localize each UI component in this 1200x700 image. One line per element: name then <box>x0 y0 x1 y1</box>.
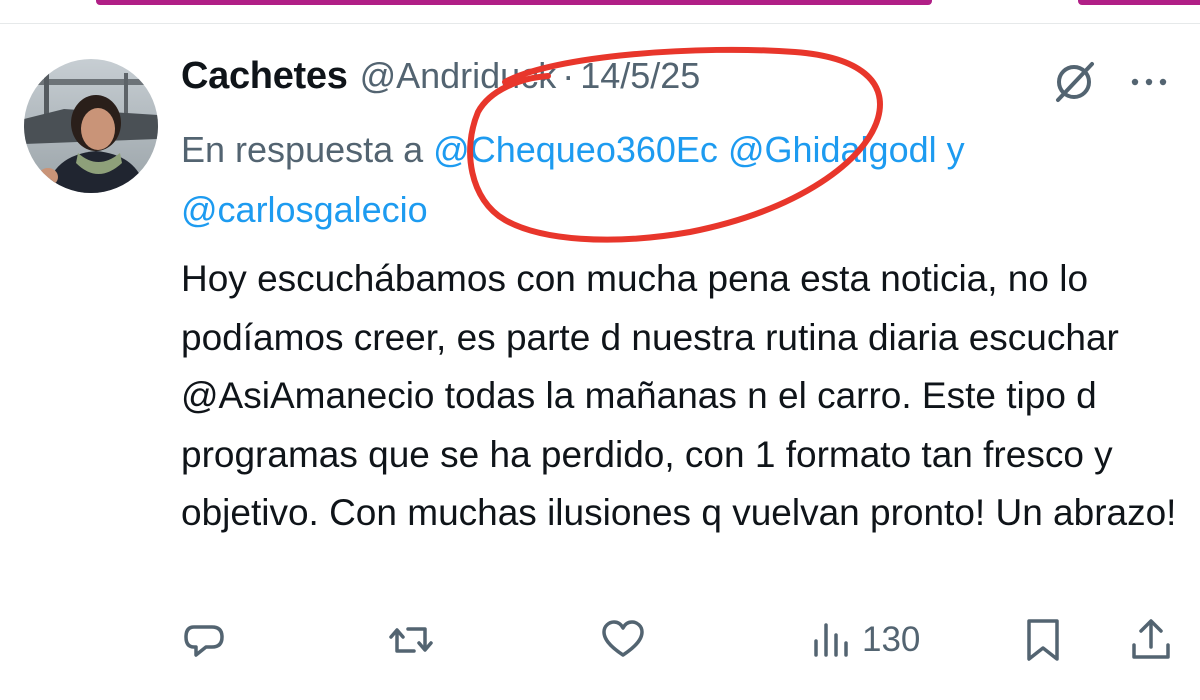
accent-bar <box>1078 0 1200 5</box>
more-options-icon[interactable] <box>1125 64 1173 100</box>
bookmark-icon <box>1027 619 1059 661</box>
tweet-date[interactable]: 14/5/25 <box>580 55 700 97</box>
author-handle[interactable]: @Andriduck <box>360 55 557 97</box>
share-icon <box>1132 619 1170 659</box>
accent-bar <box>96 0 932 5</box>
like-button[interactable] <box>600 612 646 668</box>
tweet-text: Hoy escuchábamos con mucha pena esta not… <box>181 258 1177 533</box>
share-button[interactable] <box>1128 612 1174 668</box>
heart-icon <box>602 620 644 657</box>
author-name[interactable]: Cachetes <box>181 55 348 98</box>
reply-button[interactable] <box>182 612 228 668</box>
tweet-header: Cachetes @Andriduck · 14/5/25 <box>181 55 700 105</box>
grok-icon[interactable] <box>1050 56 1100 106</box>
mention-link[interactable]: @carlosgalecio <box>181 189 428 230</box>
action-bar: 130 <box>0 612 1200 672</box>
mention-link[interactable]: @Ghidalgodl <box>728 129 937 170</box>
retweet-icon <box>389 627 433 653</box>
reply-conjunction: y <box>946 129 965 170</box>
avatar[interactable] <box>24 59 158 193</box>
mention-link[interactable]: @Chequeo360Ec <box>433 129 718 170</box>
bookmark-button[interactable] <box>1020 612 1066 668</box>
reply-prefix: En respuesta a <box>181 129 424 170</box>
separator-dot: · <box>562 55 575 96</box>
reply-icon <box>184 625 224 657</box>
avatar-photo <box>24 59 158 193</box>
divider <box>0 23 1200 24</box>
views-button[interactable]: 130 <box>808 612 920 668</box>
views-count: 130 <box>862 620 921 659</box>
views-icon <box>814 623 848 657</box>
retweet-button[interactable] <box>388 612 434 668</box>
top-accent-strip <box>0 0 1200 24</box>
reply-context: En respuesta a @Chequeo360Ec @Ghidalgodl… <box>181 120 1181 240</box>
